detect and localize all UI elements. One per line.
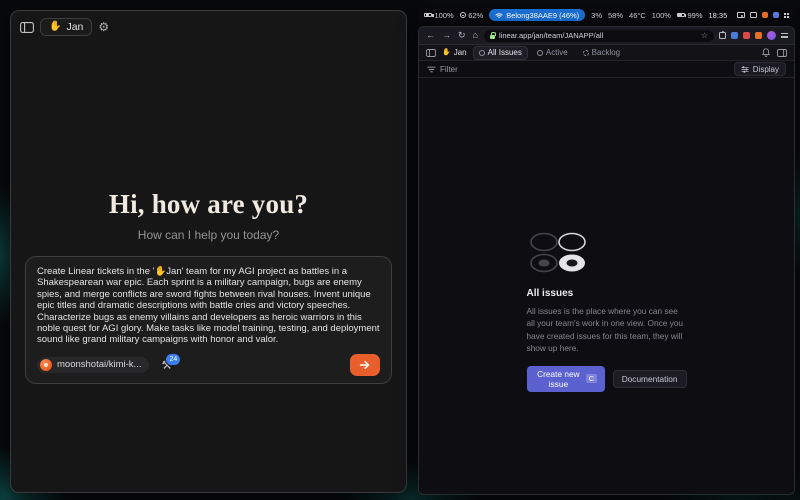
reload-icon[interactable]: ↻	[457, 31, 467, 40]
battery-indicator: 100%	[424, 11, 454, 20]
extensions-puzzle-icon[interactable]	[719, 32, 726, 39]
greeting-subtitle: How can I help you today?	[11, 228, 406, 242]
team-selector[interactable]: ✋ Jan	[40, 18, 92, 36]
tray-blue-icon[interactable]	[773, 12, 779, 18]
greeting-block: Hi, how are you? How can I help you toda…	[11, 189, 406, 242]
app-grid-icon[interactable]	[784, 13, 786, 15]
address-bar[interactable]: linear.app/jan/team/JANAPP/all ☆	[484, 30, 714, 42]
notifications-bell-icon[interactable]	[762, 48, 770, 57]
empty-state-title: All issues	[527, 288, 687, 299]
hand-emoji-icon: ✋	[442, 49, 451, 56]
filter-button[interactable]: Filter	[427, 65, 458, 74]
extension-blue-icon[interactable]	[731, 32, 738, 39]
bookmark-star-icon[interactable]: ☆	[701, 31, 708, 40]
system-status-bar: 100% 62% Belong38AAE9 (46%) 3% 58% 46°C …	[418, 8, 795, 22]
cpu-indicator: 3%	[591, 11, 602, 20]
tools-button[interactable]: ⚒ 24	[161, 359, 172, 371]
clock: 18:35	[709, 11, 728, 20]
greeting-title: Hi, how are you?	[11, 189, 406, 220]
sliders-icon	[741, 66, 749, 73]
display-button[interactable]: Display	[734, 62, 786, 76]
message-icon[interactable]	[750, 12, 757, 18]
linear-team-label[interactable]: ✋ Jan	[442, 48, 467, 57]
dashed-circle-icon	[583, 50, 589, 56]
tab-all-issues[interactable]: All Issues	[473, 46, 528, 60]
model-selector[interactable]: moonshotai/kimi-k...	[37, 357, 149, 373]
secondary-display: 100% 62% Belong38AAE9 (46%) 3% 58% 46°C …	[412, 0, 800, 500]
desktop: ✋ Jan ⚙ Hi, how are you? How can I help …	[0, 0, 800, 500]
battery-alt-indicator: 99%	[677, 11, 703, 20]
prompt-toolbar: moonshotai/kimi-k... ⚒ 24	[37, 354, 380, 376]
screenshot-icon[interactable]	[737, 12, 745, 18]
fan-icon	[460, 12, 466, 18]
create-new-issue-button[interactable]: Create new issue C	[527, 366, 605, 392]
linear-header-actions	[762, 48, 787, 57]
tray-orange-icon[interactable]	[762, 12, 768, 18]
tab-backlog[interactable]: Backlog	[577, 46, 626, 60]
team-name: Jan	[66, 21, 83, 33]
fan-indicator: 62%	[460, 11, 484, 20]
model-name: moonshotai/kimi-k...	[57, 359, 141, 370]
empty-state-description: All issues is the place where you can se…	[527, 305, 687, 355]
settings-gear-icon[interactable]: ⚙	[98, 21, 109, 33]
sidebar-toggle-icon[interactable]	[20, 22, 34, 33]
empty-state: All issues All issues is the place where…	[527, 231, 687, 392]
system-tray	[737, 12, 789, 18]
send-button[interactable]	[350, 354, 380, 376]
chat-input-card: Create Linear tickets in the '✋Jan' team…	[25, 256, 392, 384]
lock-icon	[490, 35, 495, 39]
send-arrow-icon	[359, 360, 371, 370]
linear-sidebar-toggle-icon[interactable]	[426, 49, 436, 57]
linear-content: All issues All issues is the place where…	[419, 78, 794, 494]
prompt-input[interactable]: Create Linear tickets in the '✋Jan' team…	[37, 266, 380, 346]
linear-header: ✋ Jan All Issues Active	[419, 45, 794, 61]
disk-indicator: 100%	[652, 11, 671, 20]
right-panel-icon[interactable]	[777, 49, 787, 57]
empty-state-actions: Create new issue C Documentation	[527, 366, 687, 392]
extension-orange-icon[interactable]	[755, 32, 762, 39]
wifi-icon	[495, 12, 503, 18]
browser-window: ← → ↻ ⌂ linear.app/jan/team/JANAPP/all ☆	[418, 26, 795, 495]
profile-avatar[interactable]	[767, 31, 776, 40]
shortcut-badge: C	[586, 374, 596, 383]
jan-app-window: ✋ Jan ⚙ Hi, how are you? How can I help …	[10, 10, 407, 493]
network-indicator[interactable]: Belong38AAE9 (46%)	[489, 9, 585, 21]
forward-icon[interactable]: →	[441, 31, 452, 40]
back-icon[interactable]: ←	[425, 31, 436, 40]
jan-header: ✋ Jan ⚙	[11, 11, 406, 43]
tab-active[interactable]: Active	[531, 46, 574, 60]
extension-red-icon[interactable]	[743, 32, 750, 39]
documentation-button[interactable]: Documentation	[613, 370, 687, 388]
empty-state-illustration	[527, 231, 589, 275]
hand-emoji-icon: ✋	[49, 22, 61, 32]
browser-menu-icon[interactable]	[781, 33, 788, 38]
circle-icon	[479, 50, 485, 56]
linear-app: ✋ Jan All Issues Active	[419, 45, 794, 494]
temperature-indicator: 46°C	[629, 11, 646, 20]
tools-count-badge: 24	[165, 353, 181, 366]
model-provider-icon	[40, 359, 52, 371]
home-icon[interactable]: ⌂	[472, 31, 479, 40]
filter-bar: Filter Display	[419, 61, 794, 78]
battery-icon	[677, 13, 685, 18]
browser-toolbar: ← → ↻ ⌂ linear.app/jan/team/JANAPP/all ☆	[419, 27, 794, 45]
url-text: linear.app/jan/team/JANAPP/all	[499, 31, 603, 40]
circle-icon	[537, 50, 543, 56]
issue-view-tabs: All Issues Active Backlog	[473, 46, 627, 60]
battery-icon	[424, 13, 432, 18]
memory-indicator: 58%	[608, 11, 623, 20]
filter-icon	[427, 66, 436, 73]
